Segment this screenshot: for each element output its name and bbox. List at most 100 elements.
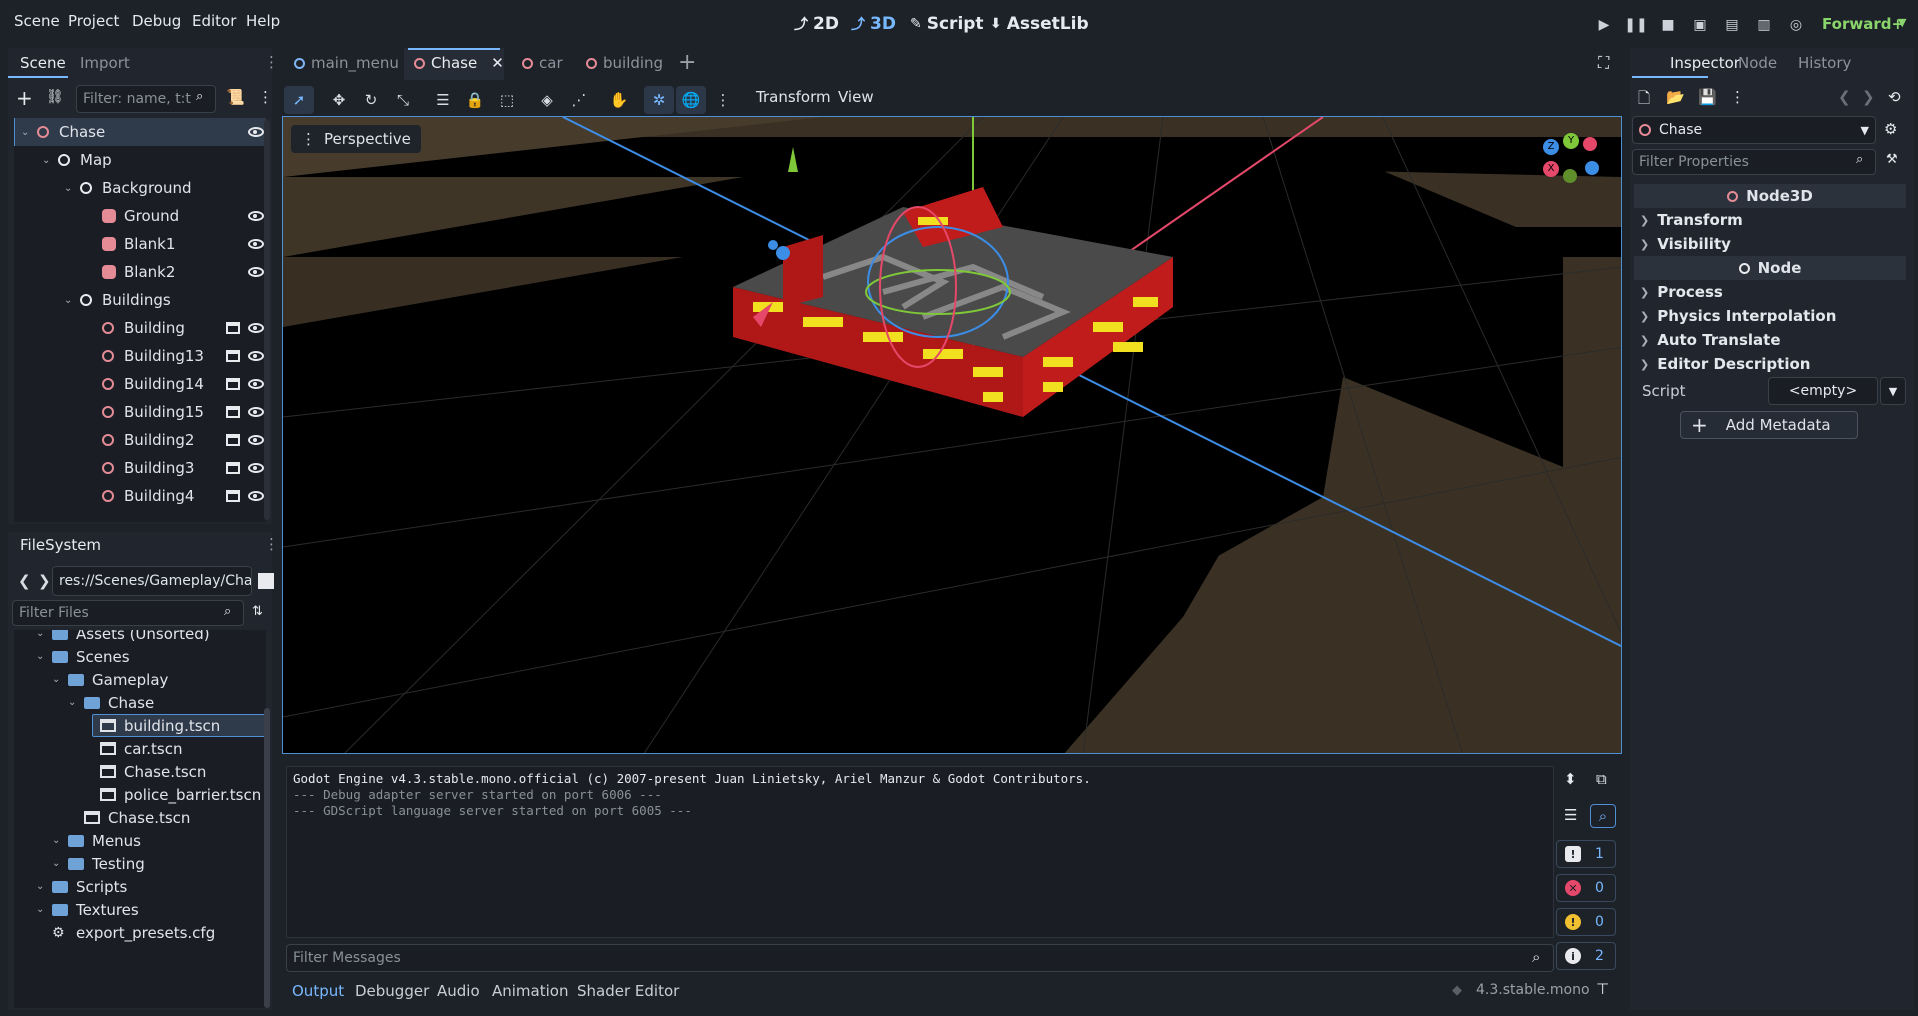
add-script-icon[interactable]: 📜 — [226, 88, 245, 106]
close-icon[interactable]: ✕ — [491, 54, 504, 72]
property-menu-icon[interactable]: ⚒ — [1886, 152, 1898, 167]
messages-filter-button[interactable]: ! 1 — [1556, 840, 1616, 868]
play-scene-icon[interactable]: ▤ — [1720, 14, 1744, 36]
scene-filter-input[interactable]: Filter: name, t:t — [76, 85, 216, 113]
copy-icon[interactable]: ⧉ — [1596, 770, 1607, 788]
tree-item-building15[interactable]: Building15 — [14, 398, 266, 426]
visibility-icon[interactable] — [248, 267, 264, 277]
stop-icon[interactable]: ■ — [1656, 14, 1680, 36]
toggle-bottom-panel-icon[interactable]: ⊤ — [1596, 980, 1609, 998]
open-scene-icon[interactable] — [226, 378, 240, 390]
visibility-icon[interactable] — [248, 407, 264, 417]
toggle-split-icon[interactable] — [258, 573, 274, 589]
group-transform[interactable]: ❯ Transform — [1640, 208, 1908, 232]
rotate-mode-icon[interactable]: ↻ — [356, 86, 386, 114]
collapse-icon[interactable]: ☰ — [1564, 806, 1577, 824]
menu-project[interactable]: Project — [68, 12, 119, 30]
warnings-filter-button[interactable]: ! 0 — [1556, 908, 1616, 936]
folder-item[interactable]: ⌄ Gameplay — [14, 668, 266, 691]
remote-debug-icon[interactable]: ▣ — [1688, 14, 1712, 36]
filter-files-input[interactable]: Filter Files — [12, 600, 244, 626]
file-item[interactable]: Chase.tscn — [14, 760, 266, 783]
visibility-icon[interactable] — [248, 239, 264, 249]
folder-item[interactable]: ⌄ Textures — [14, 898, 266, 921]
menu-editor[interactable]: Editor — [192, 12, 236, 30]
tab-main-menu[interactable]: main_menu — [294, 54, 399, 72]
tree-item-building2[interactable]: Building2 — [14, 426, 266, 454]
play-custom-scene-icon[interactable]: ▥ — [1752, 14, 1776, 36]
group-auto-translate[interactable]: ❯ Auto Translate — [1640, 328, 1908, 352]
distraction-free-icon[interactable]: ⛶ — [1598, 53, 1609, 73]
folder-item[interactable]: ⌄ Scenes — [14, 645, 266, 668]
tab-output[interactable]: Output — [292, 982, 344, 1000]
tab-building[interactable]: building — [586, 54, 663, 72]
tree-item-background[interactable]: ⌄ Background — [14, 174, 266, 202]
move-mode-icon[interactable]: ✥ — [324, 86, 354, 114]
visibility-icon[interactable] — [248, 211, 264, 221]
tree-item-building4[interactable]: Building4 — [14, 482, 266, 510]
mode-assetlib-button[interactable]: ⬇ AssetLib — [990, 14, 1089, 34]
folder-item[interactable]: ⌄ Menus — [14, 829, 266, 852]
visibility-icon[interactable] — [248, 127, 264, 137]
z-neg-axis-icon[interactable] — [1585, 161, 1599, 175]
mode-script-button[interactable]: ✎ Script — [910, 14, 984, 34]
visibility-icon[interactable] — [248, 491, 264, 501]
chevron-down-icon[interactable]: ⌄ — [64, 183, 72, 194]
group-icon[interactable]: ⬚ — [492, 86, 522, 114]
folder-item[interactable]: ⌄ Testing — [14, 852, 266, 875]
x-axis-icon[interactable]: X — [1543, 161, 1559, 177]
resource-menu-icon[interactable]: ⋮ — [1730, 88, 1745, 106]
filter-properties-input[interactable]: Filter Properties — [1632, 149, 1876, 175]
open-scene-icon[interactable] — [226, 350, 240, 362]
tree-item-building[interactable]: Building — [14, 314, 266, 342]
z-axis-icon[interactable]: Z — [1543, 139, 1559, 155]
tree-item-blank2[interactable]: Blank2 — [14, 258, 266, 286]
visibility-icon[interactable] — [248, 435, 264, 445]
x-neg-axis-icon[interactable] — [1583, 137, 1597, 151]
renderer-select[interactable]: Forward+ — [1822, 15, 1904, 33]
open-scene-icon[interactable] — [226, 434, 240, 446]
chevron-icon[interactable]: ⌄ — [52, 835, 60, 846]
visibility-icon[interactable] — [248, 463, 264, 473]
object-history-icon[interactable]: ⟲ — [1888, 88, 1901, 106]
filter-messages-input[interactable]: Filter Messages — [286, 944, 1554, 972]
link-icon[interactable]: ⛓ — [46, 89, 64, 105]
object-selector[interactable]: Chase ▼ — [1632, 116, 1876, 144]
ruler-icon[interactable]: ✋ — [604, 86, 634, 114]
visibility-icon[interactable] — [248, 351, 264, 361]
axis-gizmo[interactable]: Y Z X — [1541, 133, 1605, 193]
local-space-icon[interactable]: ✲ — [644, 86, 674, 114]
new-resource-icon[interactable]: 🗋 — [1638, 88, 1650, 113]
tree-item-building14[interactable]: Building14 — [14, 370, 266, 398]
new-tab-icon[interactable]: + — [678, 50, 696, 75]
play-icon[interactable]: ▶ — [1592, 14, 1616, 36]
visibility-icon[interactable] — [248, 323, 264, 333]
group-process[interactable]: ❯ Process — [1640, 280, 1908, 304]
chevron-down-icon[interactable]: ⌄ — [21, 127, 29, 138]
tree-item-map[interactable]: ⌄ Map — [14, 146, 266, 174]
scene-scrollbar[interactable] — [264, 120, 270, 520]
tab-car[interactable]: car — [522, 54, 563, 72]
perspective-menu[interactable]: ⋮ Perspective — [291, 125, 421, 153]
add-node-icon[interactable]: + — [16, 86, 33, 110]
tab-inspector[interactable]: Inspector — [1670, 54, 1740, 72]
load-resource-icon[interactable]: 📂 — [1666, 88, 1685, 106]
add-metadata-button[interactable]: + Add Metadata — [1680, 411, 1858, 439]
tree-item-blank1[interactable]: Blank1 — [14, 230, 266, 258]
chevron-icon[interactable]: ⌄ — [36, 904, 44, 915]
tree-item-buildings[interactable]: ⌄ Buildings — [14, 286, 266, 314]
chevron-icon[interactable]: ⌄ — [52, 858, 60, 869]
file-item[interactable]: car.tscn — [14, 737, 266, 760]
mode-3d-button[interactable]: ⤴ 3D — [851, 14, 896, 34]
folder-item[interactable]: ⌄ Scripts — [14, 875, 266, 898]
file-item[interactable]: ⚙ export_presets.cfg — [14, 921, 266, 944]
snap-icon[interactable]: 🌐 — [676, 86, 706, 114]
tab-import[interactable]: Import — [80, 54, 130, 72]
tab-chase[interactable]: Chase ✕ — [414, 54, 504, 72]
pin-icon[interactable]: ⬍ — [1564, 770, 1577, 788]
history-back-icon[interactable]: ❮ — [1838, 88, 1851, 106]
errors-filter-button[interactable]: ✕ 0 — [1556, 874, 1616, 902]
3d-viewport[interactable]: ⋮ Perspective Y Z X — [282, 116, 1622, 754]
tab-node[interactable]: Node — [1738, 54, 1777, 72]
chevron-down-icon[interactable]: ▼ — [1880, 377, 1906, 405]
